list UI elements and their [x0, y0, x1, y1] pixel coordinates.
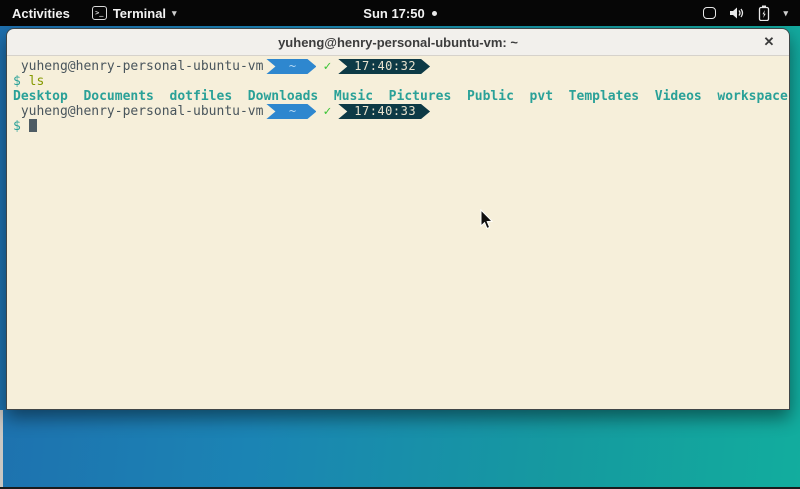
success-check-icon: ✓	[323, 59, 331, 74]
activities-button[interactable]: Activities	[0, 0, 82, 26]
powerline-time-segment: 17:40:32	[338, 59, 430, 74]
directory-item: workspace	[717, 89, 787, 104]
terminal-app-icon: >_	[92, 6, 107, 20]
background-window-edge	[0, 410, 3, 487]
volume-icon	[729, 6, 745, 20]
prompt-dollar: $	[13, 74, 29, 89]
directory-item: Desktop	[13, 89, 68, 104]
prompt-line: yuheng@henry-personal-ubuntu-vm ~ ✓ 17:4…	[13, 59, 789, 74]
command-line: $ ls	[13, 74, 789, 89]
clock-label[interactable]: Sun 17:50	[363, 6, 424, 21]
prompt-user: yuheng@henry-personal-ubuntu-vm	[13, 104, 263, 119]
directory-item: Public	[467, 89, 514, 104]
prompt-user: yuheng@henry-personal-ubuntu-vm	[13, 59, 263, 74]
powerline-time-segment: 17:40:33	[338, 104, 430, 119]
window-title: yuheng@henry-personal-ubuntu-vm: ~	[278, 35, 518, 50]
terminal-window: yuheng@henry-personal-ubuntu-vm: ~ ✕ yuh…	[6, 28, 790, 410]
directory-item: Downloads	[248, 89, 318, 104]
directory-item: dotfiles	[170, 89, 233, 104]
app-menu-terminal[interactable]: >_ Terminal ▾	[82, 0, 187, 26]
battery-charging-icon	[758, 5, 770, 21]
close-icon[interactable]: ✕	[758, 29, 780, 55]
app-menu-label: Terminal	[113, 6, 166, 21]
directory-item: pvt	[530, 89, 553, 104]
window-titlebar[interactable]: yuheng@henry-personal-ubuntu-vm: ~ ✕	[7, 29, 789, 56]
prompt-line: yuheng@henry-personal-ubuntu-vm ~ ✓ 17:4…	[13, 104, 789, 119]
display-icon	[703, 7, 716, 19]
directory-item: Documents	[83, 89, 153, 104]
directory-item: Templates	[569, 89, 639, 104]
activities-label: Activities	[12, 6, 70, 21]
powerline-path-segment: ~	[266, 104, 316, 119]
input-line: $	[13, 119, 789, 134]
prompt-dollar: $	[13, 119, 29, 134]
notification-dot-icon	[432, 11, 437, 16]
top-bar: Activities >_ Terminal ▾ Sun 17:50 ▾	[0, 0, 800, 26]
chevron-down-icon: ▾	[172, 8, 177, 19]
powerline-path-segment: ~	[266, 59, 316, 74]
terminal-screen[interactable]: yuheng@henry-personal-ubuntu-vm ~ ✓ 17:4…	[7, 56, 789, 410]
terminal-cursor	[29, 119, 37, 132]
chevron-down-icon: ▾	[783, 8, 788, 19]
directory-item: Pictures	[389, 89, 452, 104]
command-text: ls	[29, 74, 45, 89]
directory-item: Videos	[655, 89, 702, 104]
success-check-icon: ✓	[323, 104, 331, 119]
directory-item: Music	[334, 89, 373, 104]
system-status-area[interactable]: ▾	[691, 0, 800, 26]
directory-listing: Desktop Documents dotfiles Downloads Mus…	[13, 89, 789, 104]
